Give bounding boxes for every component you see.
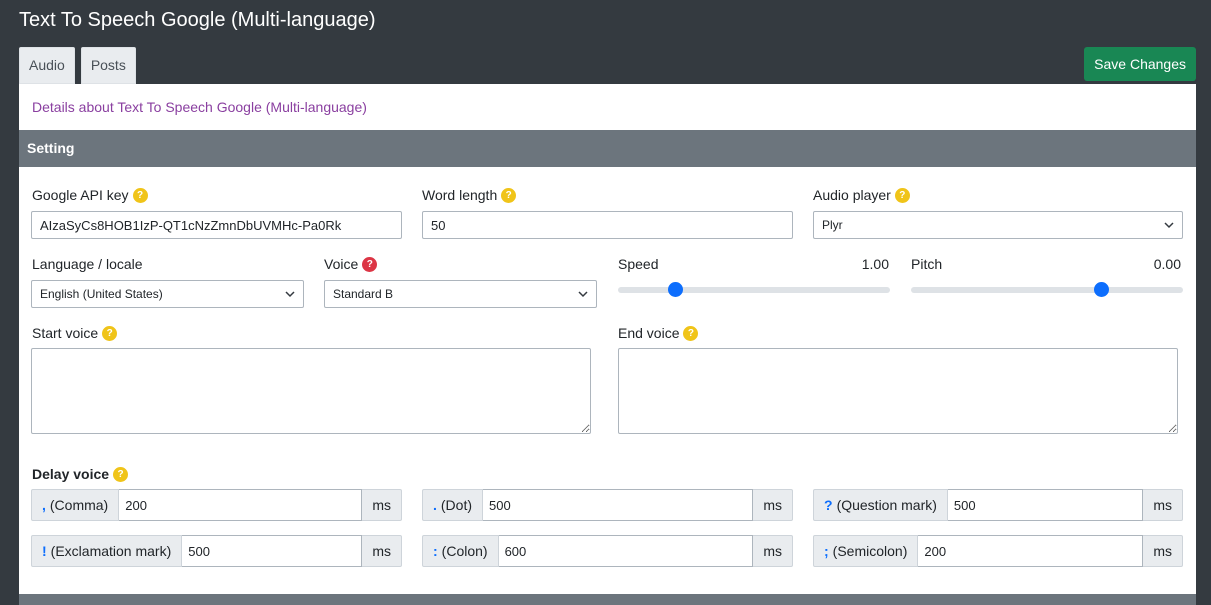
chevron-down-icon	[578, 291, 588, 298]
delay-voice-label-row: Delay voice?	[32, 464, 129, 484]
help-icon[interactable]: ?	[683, 325, 699, 341]
delay-exclamation-input[interactable]: 500	[182, 535, 363, 567]
unit-label: ms	[362, 535, 402, 567]
help-icon[interactable]: ?	[113, 466, 129, 482]
delay-comma-label: , (Comma)	[31, 489, 120, 521]
delay-question-group: ? (Question mark) 500 ms	[813, 489, 1183, 521]
unit-label: ms	[362, 489, 402, 521]
delay-colon-label: : (Colon)	[422, 535, 499, 567]
end-voice-label: End voice	[618, 325, 680, 341]
speed-label-row: Speed	[618, 254, 658, 274]
help-icon[interactable]: ?	[501, 187, 517, 203]
end-voice-textarea[interactable]	[618, 348, 1178, 434]
delay-comma-input[interactable]: 200	[119, 489, 363, 521]
delay-exclamation-group: ! (Exclamation mark) 500 ms	[31, 535, 402, 567]
next-section-header	[19, 594, 1196, 605]
api-key-label: Google API key	[32, 187, 129, 203]
delay-exclamation-label: ! (Exclamation mark)	[31, 535, 183, 567]
delay-question-label: ? (Question mark)	[813, 489, 948, 521]
settings-panel: Details about Text To Speech Google (Mul…	[19, 84, 1196, 605]
api-key-input[interactable]: AIzaSyCs8HOB1IzP-QT1cNzZmnDbUVMHc-Pa0Rk	[31, 211, 402, 239]
tab-posts[interactable]: Posts	[80, 47, 136, 84]
audio-player-value: Plyr	[822, 218, 843, 232]
tab-audio[interactable]: Audio	[19, 47, 75, 84]
help-icon[interactable]: ?	[132, 187, 148, 203]
delay-semicolon-input[interactable]: 200	[918, 535, 1144, 567]
delay-dot-group: . (Dot) 500 ms	[422, 489, 793, 521]
language-select[interactable]: English (United States)	[31, 280, 304, 308]
language-label-row: Language / locale	[32, 254, 143, 274]
pitch-label-row: Pitch	[911, 254, 942, 274]
section-header-setting: Setting	[19, 130, 1196, 167]
delay-dot-input[interactable]: 500	[483, 489, 754, 521]
delay-semicolon-label: ; (Semicolon)	[813, 535, 919, 567]
unit-label: ms	[753, 489, 793, 521]
speed-label: Speed	[618, 256, 659, 272]
save-changes-button[interactable]: Save Changes	[1084, 47, 1196, 81]
start-voice-label-row: Start voice?	[32, 323, 118, 343]
chevron-down-icon	[285, 291, 295, 298]
speed-value: 1.00	[861, 256, 889, 272]
audio-player-label: Audio player	[813, 187, 891, 203]
delay-question-input[interactable]: 500	[947, 489, 1144, 521]
unit-label: ms	[753, 535, 793, 567]
delay-dot-label: . (Dot)	[422, 489, 484, 521]
end-voice-label-row: End voice?	[618, 323, 699, 343]
pitch-label: Pitch	[911, 256, 943, 272]
delay-semicolon-group: ; (Semicolon) 200 ms	[813, 535, 1183, 567]
start-voice-label: Start voice	[32, 325, 99, 341]
chevron-down-icon	[1164, 222, 1174, 229]
pitch-slider[interactable]	[911, 282, 1183, 297]
api-key-label-row: Google API key?	[32, 185, 148, 205]
help-icon[interactable]: ?	[362, 256, 378, 272]
voice-label: Voice	[324, 256, 359, 272]
voice-select[interactable]: Standard B	[324, 280, 597, 308]
help-icon[interactable]: ?	[894, 187, 910, 203]
audio-player-label-row: Audio player?	[813, 185, 910, 205]
language-value: English (United States)	[40, 287, 163, 301]
delay-colon-group: : (Colon) 600 ms	[422, 535, 793, 567]
delay-voice-label: Delay voice	[32, 466, 110, 482]
voice-label-row: Voice?	[324, 254, 378, 274]
delay-colon-input[interactable]: 600	[498, 535, 754, 567]
delay-comma-group: , (Comma) 200 ms	[31, 489, 402, 521]
speed-slider-thumb[interactable]	[668, 282, 684, 297]
pitch-slider-thumb[interactable]	[1094, 282, 1110, 297]
start-voice-textarea[interactable]	[31, 348, 591, 434]
language-label: Language / locale	[32, 256, 143, 272]
unit-label: ms	[1143, 489, 1183, 521]
pitch-value: 0.00	[1153, 256, 1181, 272]
word-length-label: Word length	[422, 187, 498, 203]
voice-value: Standard B	[333, 287, 394, 301]
audio-player-select[interactable]: Plyr	[813, 211, 1183, 239]
speed-slider[interactable]	[618, 282, 890, 297]
page-title: Text To Speech Google (Multi-language)	[19, 9, 376, 31]
word-length-label-row: Word length?	[422, 185, 517, 205]
help-icon[interactable]: ?	[102, 325, 118, 341]
word-length-input[interactable]: 50	[422, 211, 793, 239]
details-link[interactable]: Details about Text To Speech Google (Mul…	[32, 99, 367, 115]
tab-bar: Audio Posts	[19, 47, 136, 84]
unit-label: ms	[1143, 535, 1183, 567]
